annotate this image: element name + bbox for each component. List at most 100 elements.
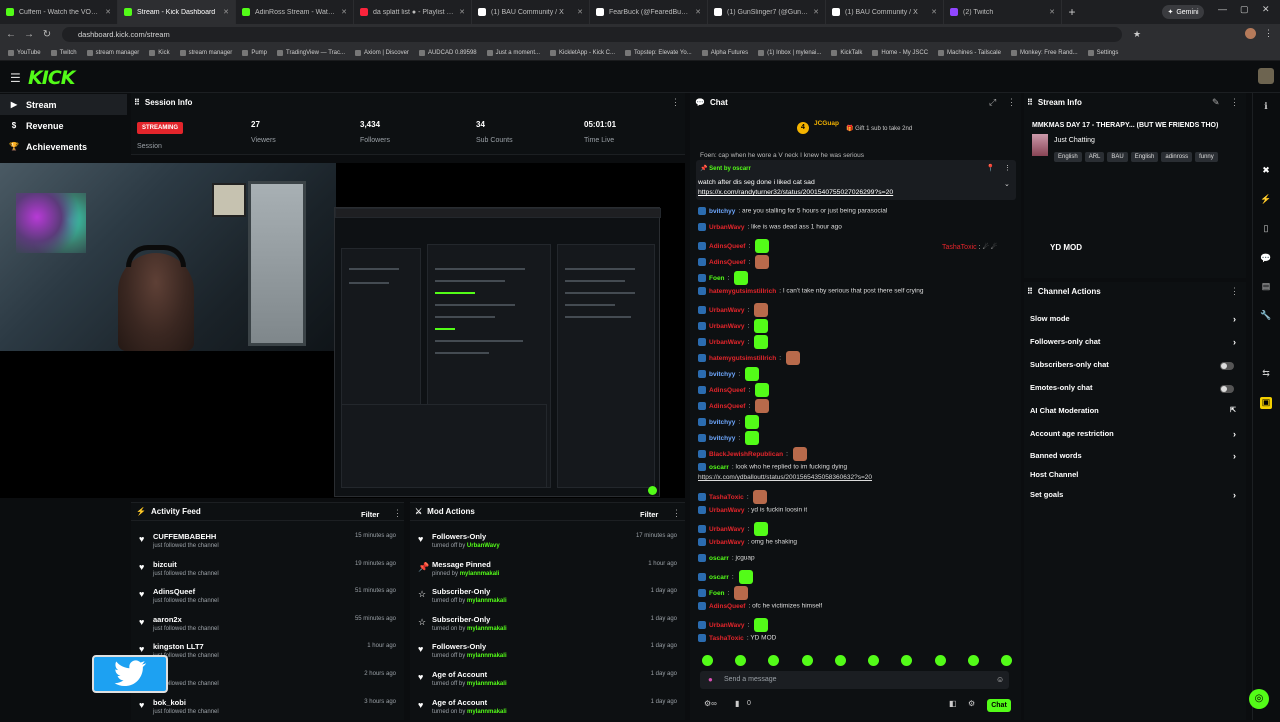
quick-emote-icon[interactable] <box>1000 654 1012 666</box>
popout-chat-icon[interactable]: ⤢ <box>989 97 996 108</box>
activity-menu-icon[interactable]: ⋮ <box>393 508 402 519</box>
bookmark-item[interactable]: Kick <box>149 49 170 56</box>
bookmark-item[interactable]: Just a moment... <box>486 49 540 56</box>
tab-close-icon[interactable]: ✕ <box>577 8 583 16</box>
bookmark-item[interactable]: Pump <box>242 49 267 56</box>
chat-username[interactable]: AdinsQueef <box>709 387 745 394</box>
browser-tab[interactable]: Stream - Kick Dashboard ✕ <box>118 0 236 24</box>
browser-tab[interactable]: (2) Twitch ✕ <box>944 0 1062 24</box>
chat-link[interactable]: https://x.com/ydballoutt/status/20015654… <box>698 474 872 481</box>
toggle-switch[interactable] <box>1220 362 1234 370</box>
pinned-link[interactable]: https://x.com/randyturner32/status/20015… <box>698 189 893 196</box>
chat-username[interactable]: TashaToxic <box>709 494 744 501</box>
pinned-menu-icon[interactable]: ⋮ <box>1004 164 1011 172</box>
chat-menu-icon[interactable]: ⋮ <box>1007 97 1016 108</box>
rail-highlight-icon[interactable]: ▣ <box>1260 397 1272 409</box>
pinned-message[interactable]: 📌 Sent by oscarr 📍 ⋮ ⌄ watch after dis s… <box>696 160 1016 200</box>
bookmark-star-icon[interactable]: ★ <box>1133 29 1141 40</box>
new-tab-button[interactable]: + <box>1062 5 1082 19</box>
tab-close-icon[interactable]: ✕ <box>459 8 465 16</box>
bookmark-item[interactable]: YouTube <box>8 49 41 56</box>
quick-emote-icon[interactable] <box>801 654 813 666</box>
bookmark-item[interactable]: Home - My JSCC <box>872 49 928 56</box>
sidebar-item-stream[interactable]: ▶ Stream <box>0 94 127 115</box>
chat-username[interactable]: Foen <box>709 590 725 597</box>
close-window-icon[interactable]: ✕ <box>1262 4 1270 15</box>
chat-username[interactable]: UrbanWavy <box>709 526 745 533</box>
sidebar-item-achievements[interactable]: 🏆 Achievements <box>0 136 127 157</box>
help-fab-button[interactable]: ◎ <box>1249 689 1269 709</box>
bookmark-item[interactable]: AUDCAD 0.89598 <box>418 49 477 56</box>
chat-username[interactable]: bvitchyy <box>709 419 735 426</box>
user-avatar[interactable] <box>1258 68 1274 84</box>
rail-tool-icon[interactable]: 🔧 <box>1260 310 1272 322</box>
channel-actions-menu-icon[interactable]: ⋮ <box>1230 286 1239 297</box>
chat-username[interactable]: UrbanWavy <box>709 307 745 314</box>
send-chat-button[interactable]: Chat <box>987 699 1011 712</box>
url-input[interactable]: dashboard.kick.com/stream <box>62 27 1122 42</box>
minimize-icon[interactable]: — <box>1218 4 1227 14</box>
bookmark-item[interactable]: KickTalk <box>831 49 862 56</box>
chat-username[interactable]: UrbanWavy <box>709 622 745 629</box>
bookmark-item[interactable]: (1) Inbox | mylenai... <box>758 49 821 56</box>
chat-username[interactable]: bvitchyy <box>709 371 735 378</box>
chat-username[interactable]: hatemygutsimstillrich <box>709 355 776 362</box>
chat-gear-icon[interactable]: ⚙ <box>968 699 975 708</box>
stream-category[interactable]: Just Chatting <box>1054 137 1095 144</box>
browser-tab[interactable]: da splatt list ● - Playlist - App ✕ <box>354 0 472 24</box>
maximize-icon[interactable]: ▢ <box>1240 4 1249 15</box>
sidebar-item-revenue[interactable]: $ Revenue <box>0 115 127 136</box>
chat-username[interactable]: UrbanWavy <box>709 539 745 546</box>
chat-username[interactable]: AdinsQueef <box>709 403 745 410</box>
rail-chat-icon[interactable]: 💬 <box>1260 253 1272 265</box>
quick-emote-icon[interactable] <box>967 654 979 666</box>
channel-action-banned-words[interactable]: Banned words › <box>1030 451 1240 463</box>
gemini-button[interactable]: ✦ Gemini <box>1162 5 1204 19</box>
activity-filter-button[interactable]: Filter <box>361 510 379 519</box>
mod-filter-button[interactable]: Filter <box>640 510 658 519</box>
chat-username[interactable]: AdinsQueef <box>709 603 745 610</box>
chat-username[interactable]: hatemygutsimstillrich <box>709 288 776 295</box>
bookmark-item[interactable]: Topstep: Elevate Yo... <box>625 49 692 56</box>
stream-info-menu-icon[interactable]: ⋮ <box>1230 97 1239 108</box>
browser-tab[interactable]: (1) GunSlinger7 (@GunSlinger... ✕ <box>708 0 826 24</box>
edit-stream-icon[interactable]: ✎ <box>1212 97 1220 108</box>
browser-tab[interactable]: FearBuck (@FearedBuck) / X ✕ <box>590 0 708 24</box>
tab-close-icon[interactable]: ✕ <box>695 8 701 16</box>
tab-close-icon[interactable]: ✕ <box>931 8 937 16</box>
reload-icon[interactable]: ↻ <box>40 29 54 40</box>
unpin-icon[interactable]: 📍 <box>986 164 995 172</box>
bookmark-item[interactable]: KickletApp - Kick C... <box>550 49 615 56</box>
bookmark-item[interactable]: Settings <box>1087 49 1118 56</box>
tab-close-icon[interactable]: ✕ <box>223 8 229 16</box>
rail-cal-icon[interactable]: ▤ <box>1260 281 1272 293</box>
chat-username[interactable]: bvitchyy <box>709 208 735 215</box>
bookmark-item[interactable]: stream manager <box>86 49 139 56</box>
chat-username[interactable]: oscarr <box>709 555 729 562</box>
browser-tab[interactable]: AdinRoss Stream - Watch Live o ✕ <box>236 0 354 24</box>
quick-emote-icon[interactable] <box>934 654 946 666</box>
pinned-collapse-icon[interactable]: ⌄ <box>1004 180 1010 188</box>
channel-action-account-age-restriction[interactable]: Account age restriction › <box>1030 429 1240 441</box>
chat-settings-icon[interactable]: ⚙∞ <box>704 699 717 708</box>
channel-action-host-channel[interactable]: Host Channel <box>1030 470 1240 482</box>
tab-close-icon[interactable]: ✕ <box>813 8 819 16</box>
channel-action-ai-chat-moderation[interactable]: AI Chat Moderation ⇱ <box>1030 406 1240 418</box>
chat-username[interactable]: oscarr <box>709 574 729 581</box>
bookmark-item[interactable]: Axiom | Discover <box>355 49 409 56</box>
session-menu-icon[interactable]: ⋮ <box>671 97 680 108</box>
forward-icon[interactable]: → <box>22 29 36 40</box>
channel-action-followers-only-chat[interactable]: Followers-only chat › <box>1030 337 1240 349</box>
tab-close-icon[interactable]: ✕ <box>341 8 347 16</box>
rail-x-icon[interactable]: ✖ <box>1260 165 1272 177</box>
channel-action-set-goals[interactable]: Set goals › <box>1030 490 1240 502</box>
bookmark-item[interactable]: Machines - Tailscale <box>938 49 1001 56</box>
bookmark-item[interactable]: Monkey: Free Rand... <box>1010 49 1078 56</box>
chat-username[interactable]: BlackJewishRepublican <box>709 451 783 458</box>
browser-menu-icon[interactable]: ⋮ <box>1264 28 1273 39</box>
quick-emote-icon[interactable] <box>901 654 913 666</box>
bookmark-item[interactable]: stream manager <box>179 49 232 56</box>
chat-username[interactable]: AdinsQueef <box>709 243 745 250</box>
back-icon[interactable]: ← <box>4 29 18 40</box>
timeout-icon[interactable]: ◧ <box>949 699 957 708</box>
